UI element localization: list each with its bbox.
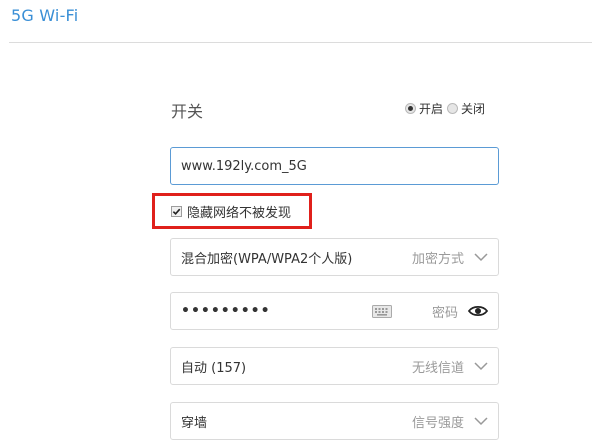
eye-icon[interactable] [468,304,488,318]
checkmark-icon [172,208,181,215]
hide-network-option[interactable]: 隐藏网络不被发现 [152,193,312,229]
encryption-hint: 加密方式 [411,251,464,267]
password-hint: 密码 [431,305,458,321]
hide-network-label[interactable]: 隐藏网络不被发现 [187,202,291,221]
keyboard-icon[interactable] [371,304,392,318]
signal-strength-select[interactable]: 穿墙 信号强度 [170,402,499,440]
channel-select[interactable]: 自动 (157) 无线信道 [170,347,499,385]
password-value[interactable]: ••••••••• [181,303,372,319]
channel-hint: 无线信道 [411,360,464,376]
hide-network-checkbox[interactable] [171,205,182,217]
channel-value: 自动 (157) [181,360,247,376]
signal-hint: 信号强度 [411,415,464,431]
ssid-value[interactable]: www.192ly.com_5G [181,159,488,174]
page-title: 5G Wi-Fi [11,6,79,25]
signal-value: 穿墙 [181,415,208,431]
radio-off[interactable] [447,103,459,114]
ssid-input[interactable]: www.192ly.com_5G [170,147,499,185]
radio-off-label[interactable]: 关闭 [461,100,485,117]
radio-on-label[interactable]: 开启 [419,100,443,117]
password-input[interactable]: ••••••••• 密码 [170,292,499,330]
chevron-down-icon[interactable] [474,416,488,426]
chevron-down-icon[interactable] [474,361,488,371]
chevron-down-icon[interactable] [474,252,488,262]
wifi-switch-radio-group: 开启 关闭 [405,100,489,117]
encryption-select[interactable]: 混合加密(WPA/WPA2个人版) 加密方式 [170,238,499,276]
encryption-value: 混合加密(WPA/WPA2个人版) [181,251,353,267]
radio-on[interactable] [405,103,416,114]
header-divider [9,42,592,43]
wifi-switch-label: 开关 [171,102,204,121]
